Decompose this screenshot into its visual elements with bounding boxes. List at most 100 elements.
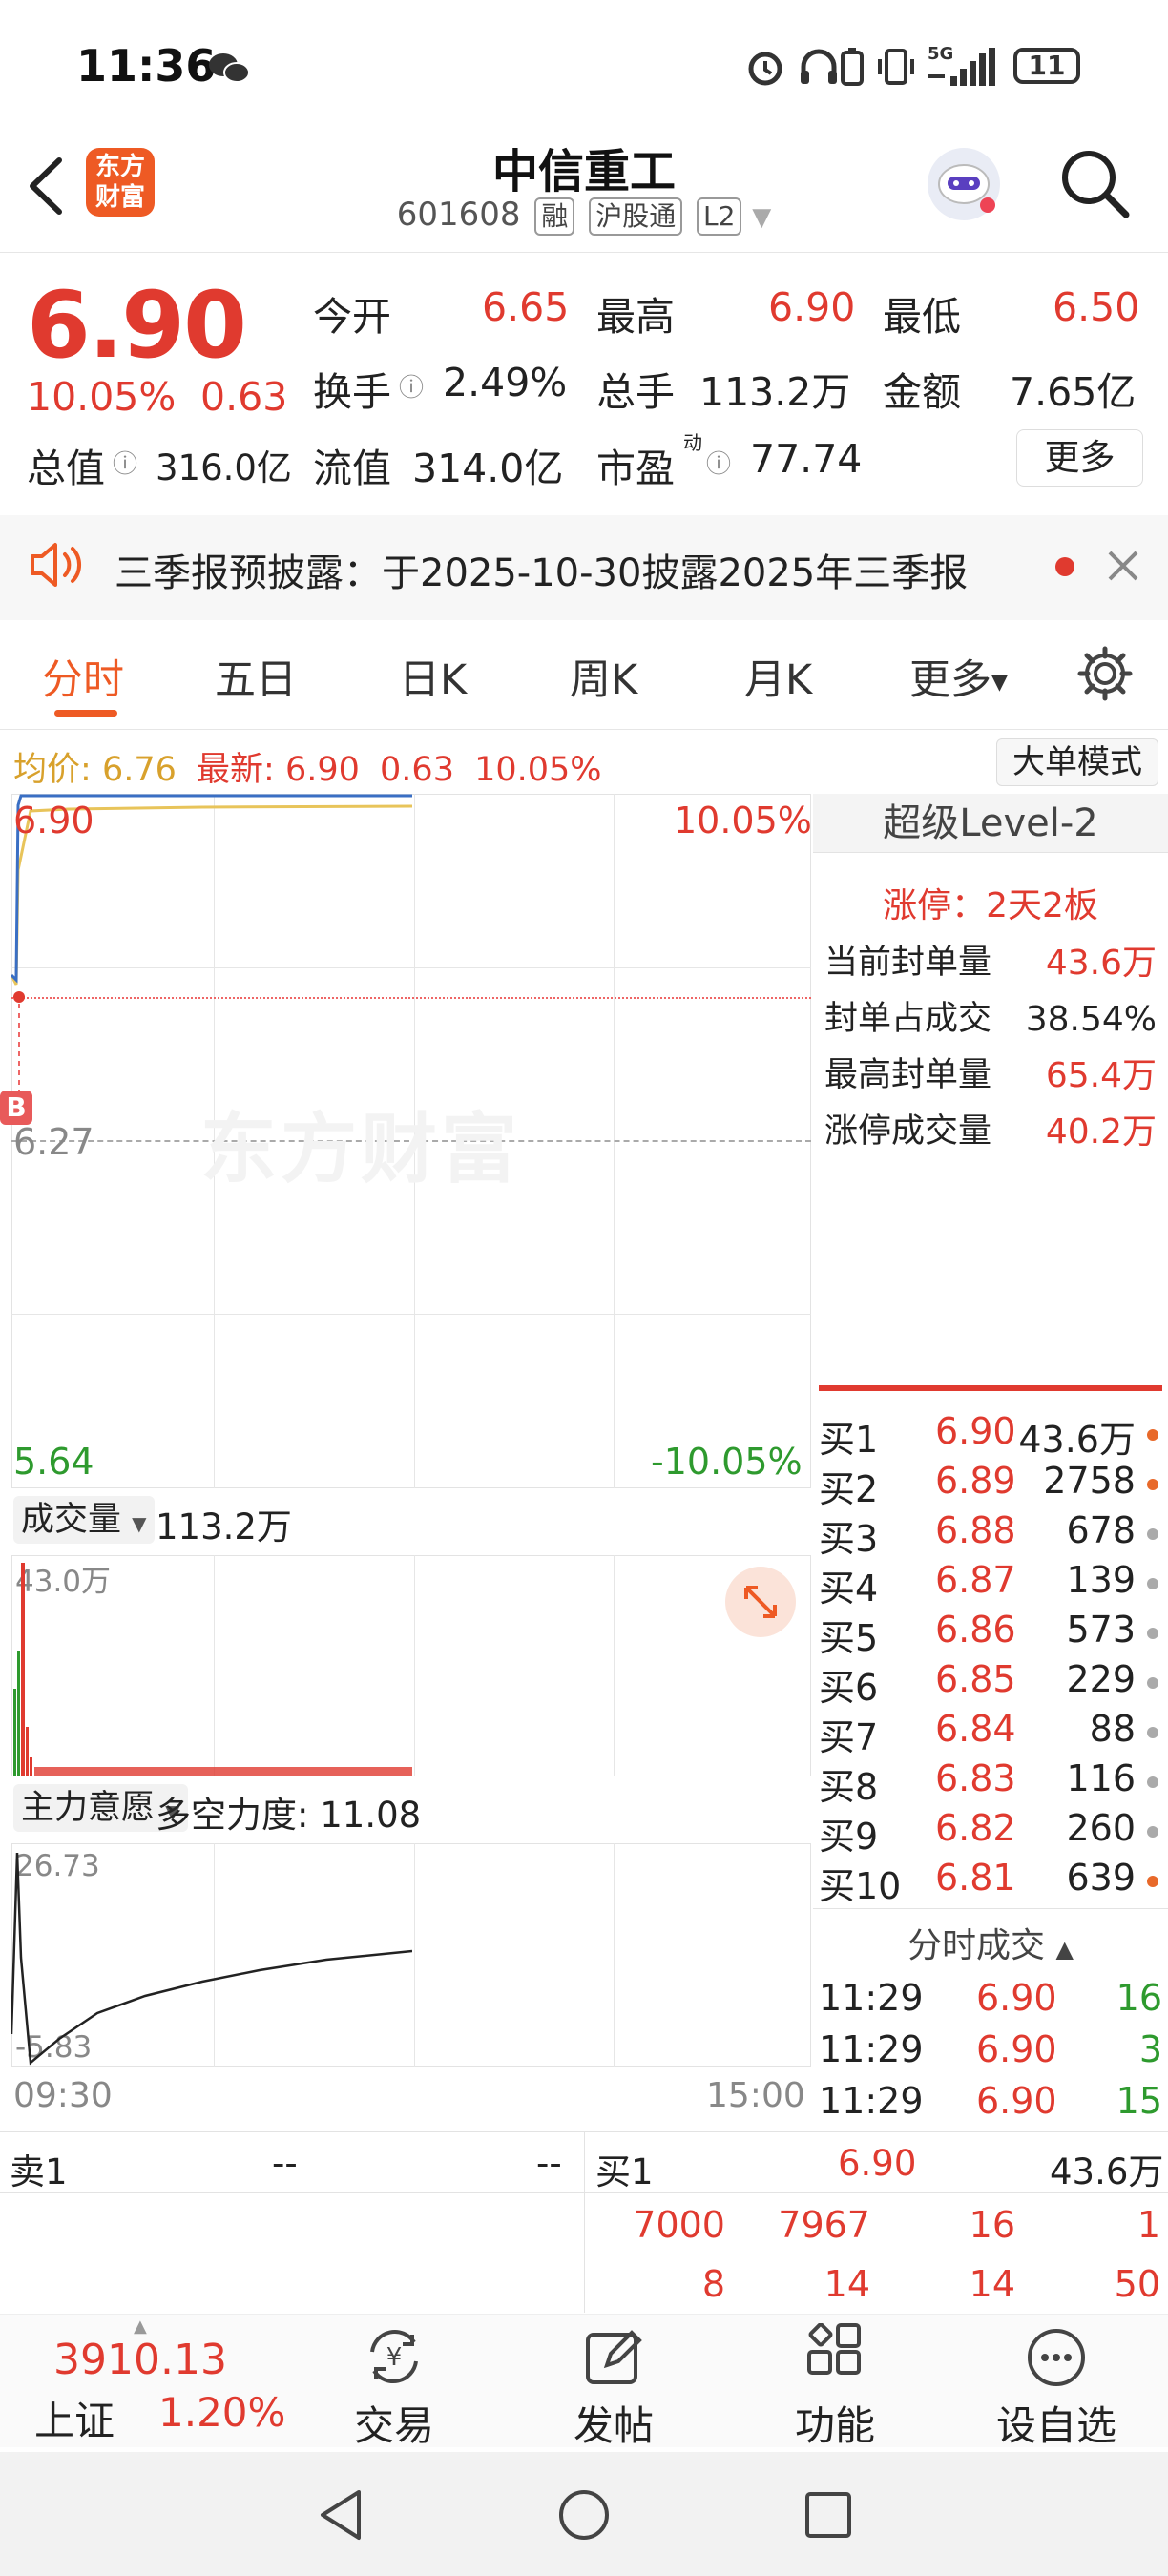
big-order-mode-button[interactable]: 大单模式: [996, 738, 1158, 786]
tick-volume: 16: [1116, 1977, 1162, 2019]
volume-selector-label: 成交量: [21, 1501, 122, 1539]
back-triangle-icon[interactable]: [315, 2486, 368, 2544]
headphones-icon: [801, 49, 837, 84]
tab-weekly-k[interactable]: 周K: [570, 647, 637, 706]
bid-row[interactable]: 买9 6.82 260: [819, 1807, 1162, 1858]
bid-volume: 229: [1066, 1658, 1136, 1700]
info-icon[interactable]: ⓘ: [113, 445, 137, 480]
nav-post-label: 发帖: [573, 2402, 654, 2449]
level2-title[interactable]: 超级Level-2: [813, 794, 1168, 853]
nav-trade[interactable]: ¥ 交易: [323, 2314, 466, 2452]
bid-volume: 2758: [1043, 1460, 1136, 1502]
queue-cell: 7967: [778, 2204, 870, 2246]
latest-pct: 10.05%: [474, 751, 602, 789]
ticks-title[interactable]: 分时成交 ▲: [813, 1918, 1168, 1967]
nav-post[interactable]: 发帖: [542, 2314, 685, 2452]
bid-price: 6.82: [935, 1807, 1016, 1849]
sell1-label: 卖1: [10, 2151, 68, 2192]
bid-volume: 88: [1089, 1708, 1136, 1750]
tab-daily-k[interactable]: 日K: [399, 647, 467, 706]
buy-marker[interactable]: B: [0, 1091, 32, 1125]
info-icon[interactable]: ⓘ: [706, 445, 731, 480]
chevron-down-icon: ▼: [991, 671, 1008, 695]
bid-label: 买1: [819, 1419, 879, 1461]
queue-cell: 1: [1137, 2204, 1160, 2246]
home-circle-icon[interactable]: [555, 2486, 613, 2544]
more-dots-icon: [1028, 2329, 1085, 2386]
price-mid-label: 6.27: [13, 1121, 94, 1163]
pe-value: 77.74: [750, 436, 863, 482]
pct-bottom-label: -10.05%: [651, 1441, 803, 1483]
svg-text:¥: ¥: [386, 2343, 403, 2372]
time-end-label: 15:00: [706, 2076, 805, 2115]
queue-cell: 14: [824, 2263, 870, 2305]
avg-label: 均价:: [13, 751, 92, 789]
bid-dot: [1147, 1628, 1158, 1639]
low-value: 6.50: [1053, 284, 1140, 330]
volume-total: 113.2万: [156, 1506, 292, 1548]
bid-row[interactable]: 买8 6.83 116: [819, 1757, 1162, 1808]
ticks-title-label: 分时成交: [907, 1926, 1046, 1965]
turnover-value: 2.49%: [443, 360, 568, 405]
recents-square-icon[interactable]: [802, 2488, 855, 2542]
stat-value: 40.2万: [1045, 1112, 1157, 1152]
pe-label: 市盈: [596, 446, 675, 491]
bid-row[interactable]: 买6 6.85 229: [819, 1658, 1162, 1709]
tab-intraday[interactable]: 分时: [42, 647, 124, 706]
bid-row[interactable]: 买5 6.86 573: [819, 1609, 1162, 1659]
nav-functions[interactable]: 功能: [763, 2314, 907, 2452]
bid-volume: 116: [1066, 1757, 1136, 1799]
robot-assistant-icon[interactable]: [921, 138, 1007, 229]
tab-monthly-k[interactable]: 月K: [744, 647, 812, 706]
search-icon[interactable]: [1057, 146, 1134, 222]
queue-cell: 7000: [633, 2204, 725, 2246]
stat-label: 涨停成交量: [824, 1112, 992, 1151]
battery-saver-icon: [841, 48, 864, 86]
bid-volume: 678: [1066, 1509, 1136, 1551]
bid-row[interactable]: 买4 6.87 139: [819, 1559, 1162, 1610]
settings-gear-icon[interactable]: [1076, 645, 1134, 702]
volume-selector[interactable]: 成交量 ▼: [13, 1496, 155, 1544]
yen-exchange-icon: ¥: [370, 2329, 418, 2384]
bid-dot: [1147, 1826, 1158, 1838]
tag-l2: L2: [697, 197, 742, 236]
nav-add-watchlist[interactable]: 设自选: [985, 2314, 1128, 2452]
index-value[interactable]: 3910.13: [53, 2336, 227, 2384]
high-label: 最高: [596, 294, 675, 340]
bid-volume: 639: [1066, 1857, 1136, 1899]
chevron-down-icon[interactable]: ▼: [752, 203, 771, 232]
bid-row[interactable]: 买10 6.81 639: [819, 1857, 1162, 1907]
bid-label: 买5: [819, 1617, 879, 1659]
high-value: 6.90: [768, 284, 856, 330]
amount-label: 金额: [883, 369, 961, 415]
status-bar: 11:36 5G 11: [0, 0, 1168, 124]
bid-label: 买10: [819, 1865, 902, 1907]
tick-price: 6.90: [976, 1977, 1057, 2019]
tick-volume: 15: [1116, 2080, 1162, 2122]
more-button[interactable]: 更多: [1016, 429, 1143, 487]
tick-row: 11:29 6.90 15: [819, 2080, 1162, 2129]
bid-dot: [1147, 1578, 1158, 1589]
bid-row[interactable]: 买2 6.89 2758: [819, 1460, 1162, 1510]
stat-value: 43.6万: [1045, 944, 1157, 983]
bid-price: 6.84: [935, 1708, 1016, 1750]
tab-five-day[interactable]: 五日: [215, 647, 297, 706]
current-price: 6.90: [27, 272, 247, 379]
queue-row: 8 14 14 50: [592, 2263, 1160, 2305]
turnover-label: 换手: [313, 369, 391, 415]
bid-dot: [1147, 1727, 1158, 1738]
info-icon[interactable]: ⓘ: [399, 368, 424, 404]
bid-row[interactable]: 买1 6.90 43.6万: [819, 1410, 1162, 1461]
close-icon[interactable]: [1104, 547, 1142, 585]
bid-price: 6.88: [935, 1509, 1016, 1551]
bid-label: 买7: [819, 1716, 879, 1758]
latest-change: 0.63: [380, 751, 454, 789]
bid-row[interactable]: 买3 6.88 678: [819, 1509, 1162, 1560]
expand-icon[interactable]: [725, 1567, 796, 1637]
bid-row[interactable]: 买7 6.84 88: [819, 1708, 1162, 1758]
indicator-selector-label: 主力意愿: [21, 1789, 156, 1827]
bid-label: 买2: [819, 1468, 879, 1510]
tab-more[interactable]: 更多▼: [909, 647, 1008, 706]
tick-time: 11:29: [819, 2080, 924, 2122]
bid-price: 6.87: [935, 1559, 1016, 1601]
